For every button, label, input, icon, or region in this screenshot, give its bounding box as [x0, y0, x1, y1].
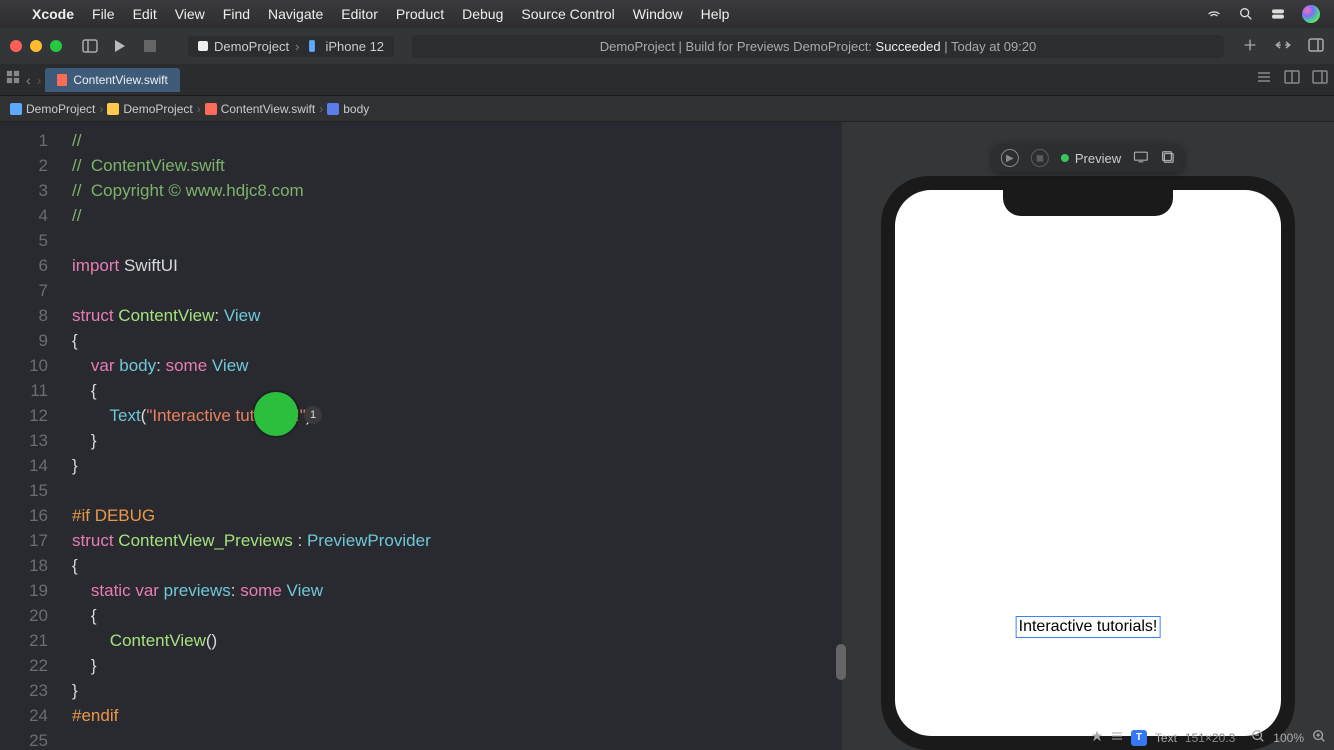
preview-text-element[interactable]: Interactive tutorials!	[1016, 616, 1161, 638]
line-gutter: 1234567891011121314151617181920212223242…	[0, 122, 60, 750]
change-count-badge: 1	[304, 406, 322, 424]
zoom-out-icon[interactable]	[1251, 729, 1265, 746]
window-controls	[10, 40, 62, 52]
stop-button[interactable]	[140, 36, 160, 56]
spotlight-icon[interactable]	[1238, 6, 1254, 22]
add-icon[interactable]	[1242, 37, 1258, 56]
preview-scrollbar[interactable]	[836, 644, 846, 680]
tab-contentview[interactable]: ContentView.swift	[45, 68, 180, 92]
inspector-type: Text	[1155, 731, 1177, 745]
main-split: 1234567891011121314151617181920212223242…	[0, 122, 1334, 750]
project-icon	[198, 41, 208, 51]
device-notch	[1003, 190, 1173, 216]
minimize-window[interactable]	[30, 40, 42, 52]
tab-filename: ContentView.swift	[73, 73, 168, 87]
preview-duplicate-icon[interactable]	[1161, 150, 1175, 167]
siri-icon[interactable]	[1302, 5, 1320, 23]
scheme-device-name: iPhone 12	[325, 39, 384, 54]
menu-file[interactable]: File	[92, 6, 115, 22]
wifi-icon[interactable]	[1206, 6, 1222, 22]
live-preview-icon[interactable]: ▶	[1001, 149, 1019, 167]
property-icon	[327, 103, 339, 115]
adjust-icon[interactable]	[1111, 730, 1123, 745]
swift-file-icon	[57, 74, 67, 86]
code-content[interactable]: // // ContentView.swift // Copyright © w…	[60, 122, 431, 750]
preview-label: Preview	[1075, 151, 1121, 166]
swift-file-icon	[205, 103, 217, 115]
scheme-selector[interactable]: DemoProject › iPhone 12	[188, 36, 394, 57]
device-frame: Interactive tutorials!	[881, 176, 1295, 750]
preview-toolbar: ▶ ◼ Preview	[993, 144, 1183, 172]
project-icon	[10, 103, 22, 115]
activity-status[interactable]: DemoProject | Build for Previews DemoPro…	[412, 35, 1224, 58]
menu-help[interactable]: Help	[701, 6, 730, 22]
editor-tab-bar: ‹ › ContentView.swift	[0, 64, 1334, 96]
nav-forward[interactable]: ›	[37, 72, 42, 88]
menu-editor[interactable]: Editor	[341, 6, 378, 22]
xcode-toolbar: DemoProject › iPhone 12 DemoProject | Bu…	[0, 28, 1334, 64]
menu-navigate[interactable]: Navigate	[268, 6, 323, 22]
pin-icon[interactable]	[1091, 730, 1103, 745]
related-items-icon[interactable]	[6, 70, 20, 89]
preview-device-icon[interactable]	[1133, 150, 1149, 167]
canvas-preview: ▶ ◼ Preview Interactive tutorials! T Tex…	[842, 122, 1334, 750]
inspector-toggle[interactable]	[1308, 38, 1324, 55]
device-icon	[305, 39, 319, 53]
adjust-editor-icon[interactable]	[1284, 70, 1300, 89]
add-editor-icon[interactable]	[1312, 70, 1328, 89]
navigator-toggle[interactable]	[80, 36, 100, 56]
device-screen[interactable]: Interactive tutorials!	[895, 190, 1281, 736]
nav-back[interactable]: ‹	[26, 72, 31, 88]
menu-edit[interactable]: Edit	[133, 6, 157, 22]
text-type-badge: T	[1131, 730, 1147, 746]
status-green-dot	[1061, 154, 1069, 162]
menu-view[interactable]: View	[175, 6, 205, 22]
macos-menubar: Xcode File Edit View Find Navigate Edito…	[0, 0, 1334, 28]
menu-debug[interactable]: Debug	[462, 6, 503, 22]
canvas-status-bar: T Text 151×20.3 100%	[1091, 729, 1326, 746]
preview-status[interactable]: Preview	[1061, 151, 1121, 166]
folder-icon	[107, 103, 119, 115]
zoom-level[interactable]: 100%	[1273, 731, 1304, 745]
code-editor[interactable]: 1234567891011121314151617181920212223242…	[0, 122, 842, 750]
breadcrumb-file[interactable]: ContentView.swift	[221, 102, 316, 116]
scheme-project-name: DemoProject	[214, 39, 289, 54]
control-center-icon[interactable]	[1270, 6, 1286, 22]
menu-product[interactable]: Product	[396, 6, 444, 22]
menu-source-control[interactable]: Source Control	[521, 6, 614, 22]
inspector-size: 151×20.3	[1185, 731, 1235, 745]
run-button[interactable]	[110, 36, 130, 56]
zoom-in-icon[interactable]	[1312, 729, 1326, 746]
zoom-window[interactable]	[50, 40, 62, 52]
app-menu[interactable]: Xcode	[32, 6, 74, 22]
breadcrumb-project[interactable]: DemoProject	[26, 102, 95, 116]
breadcrumb-symbol[interactable]: body	[343, 102, 369, 116]
close-window[interactable]	[10, 40, 22, 52]
cursor-highlight-marker	[254, 392, 298, 436]
breadcrumb-folder[interactable]: DemoProject	[123, 102, 192, 116]
editor-options-icon[interactable]	[1256, 70, 1272, 89]
library-icon[interactable]	[1274, 38, 1292, 55]
jump-bar[interactable]: DemoProject › DemoProject › ContentView.…	[0, 96, 1334, 122]
menu-find[interactable]: Find	[223, 6, 250, 22]
menu-window[interactable]: Window	[633, 6, 683, 22]
preview-pause-icon[interactable]: ◼	[1031, 149, 1049, 167]
